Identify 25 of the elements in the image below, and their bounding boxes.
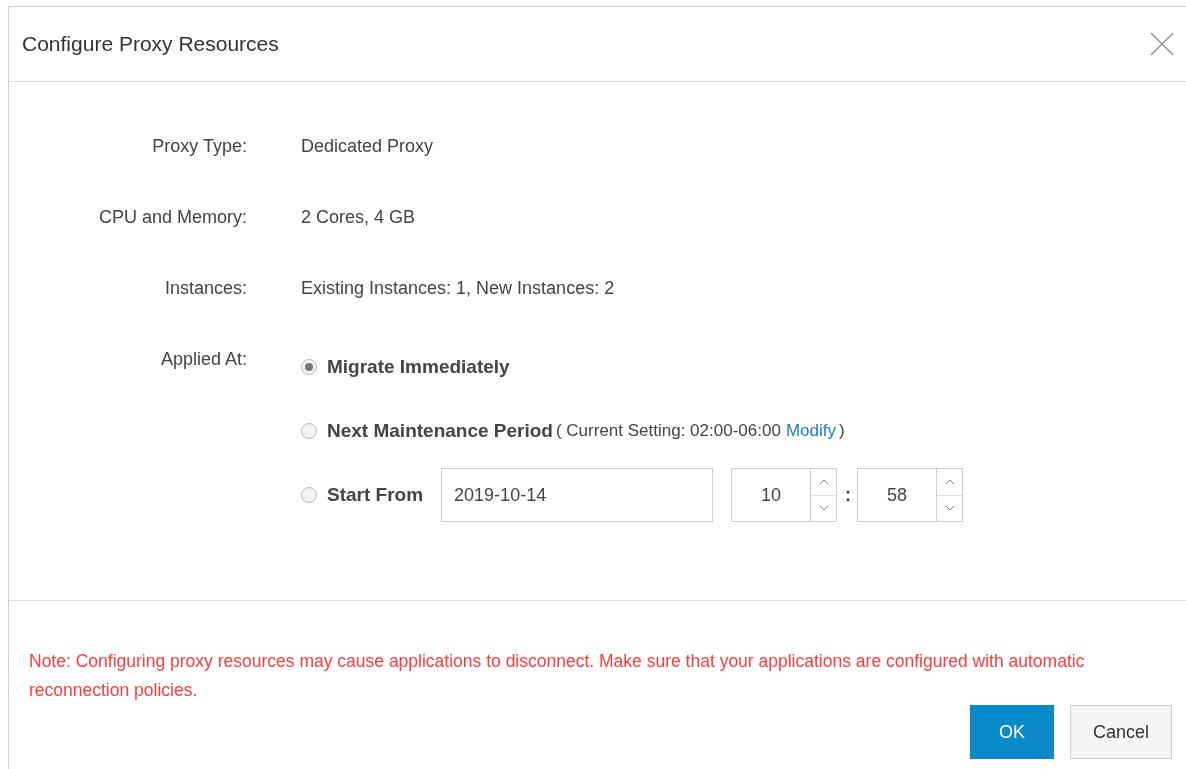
time-separator: : [845, 484, 852, 506]
option-label[interactable]: Next Maintenance Period [327, 420, 553, 442]
field-value: Dedicated Proxy [301, 136, 434, 157]
close-icon[interactable] [1150, 32, 1174, 56]
field-value: 2 Cores, 4 GB [301, 207, 416, 228]
radio-button[interactable] [301, 423, 317, 439]
field-value: Existing Instances: 1, New Instances: 2 [301, 278, 615, 299]
time-field[interactable]: 58 [857, 468, 937, 522]
cancel-button[interactable]: Cancel [1069, 705, 1172, 759]
date-field[interactable]: 2019-10-14 [441, 468, 714, 522]
option-label[interactable]: Start From [327, 484, 424, 506]
closing-paren: ) [838, 421, 845, 441]
field-label: Instances: [163, 278, 248, 299]
field-label: Proxy Type: [151, 136, 248, 157]
dialog-title: Configure Proxy Resources [22, 32, 279, 56]
current-setting-text: ( Current Setting: 02:00-06:00 [555, 421, 781, 441]
ok-button[interactable]: OK [969, 705, 1054, 759]
field-label: CPU and Memory: [97, 207, 248, 228]
radio-button[interactable] [301, 359, 317, 375]
time-field[interactable]: 10 [731, 468, 811, 522]
modify-link[interactable]: Modify [785, 421, 836, 441]
option-label[interactable]: Migrate Immediately [327, 356, 510, 378]
warning-note: Note: Configuring proxy resources may cause applications to disconnect. Make sure that your applications are configured with automatic reconnection policies. [29, 650, 1086, 702]
radio-button[interactable] [301, 487, 317, 503]
field-label: Applied At: [159, 349, 248, 370]
